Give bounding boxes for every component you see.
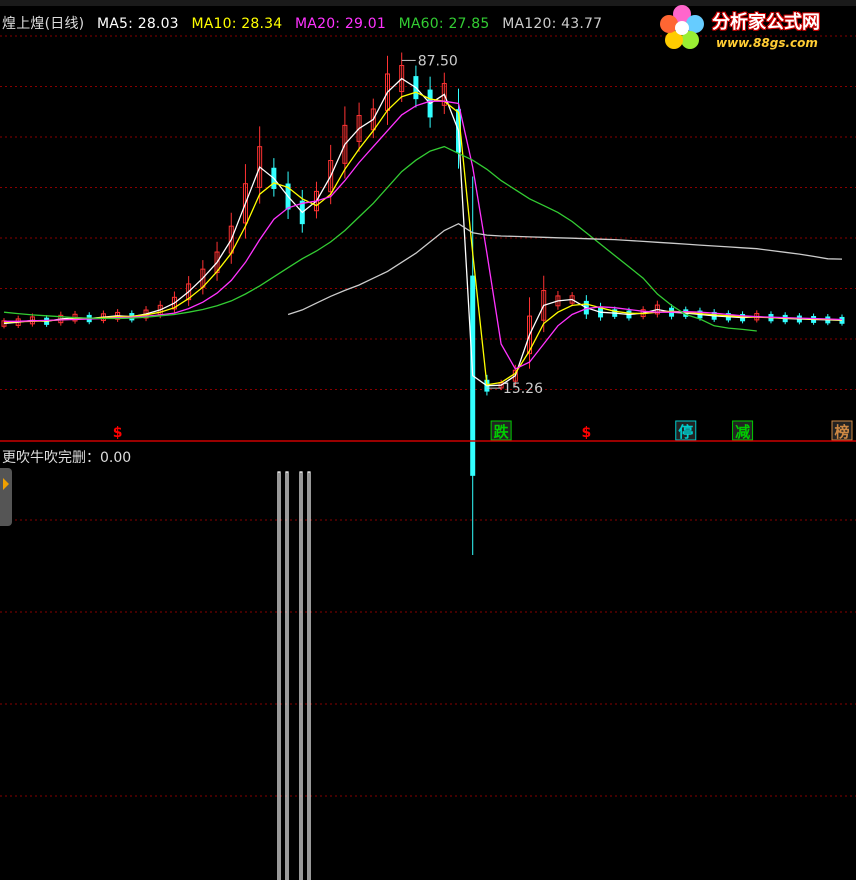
signal-marker: 榜 — [834, 423, 849, 441]
price-panel-header: 煌上煌(日线) MA5: 28.03 MA10: 28.34 MA20: 29.… — [2, 13, 610, 33]
signal-marker: $ — [113, 425, 123, 441]
high-price-label: 87.50 — [418, 53, 458, 69]
ma120-readout: MA120: 43.77 — [502, 16, 603, 32]
signal-marker: $ — [581, 425, 591, 441]
site-logo: 分析家公式网 www.88gs.com — [656, 2, 854, 54]
ma120-line — [287, 222, 843, 316]
stock-chart: 87.50 15.26 $ 跌 $ 停 减 榜 — [0, 35, 856, 880]
indicator-panel-header: 更吹牛吹完删：0.00 — [2, 450, 132, 466]
panel-expand-handle[interactable] — [0, 468, 12, 526]
ma20-line — [4, 100, 843, 370]
signal-marker: 跌 — [494, 423, 510, 441]
low-price-label: 15.26 — [503, 381, 543, 397]
expand-arrow-icon — [3, 478, 9, 490]
ma60-line — [3, 145, 757, 332]
indicator-pulse — [277, 471, 289, 880]
indicator-pulse — [299, 471, 311, 880]
ma5-line — [3, 77, 843, 387]
signal-marker: 停 — [678, 423, 693, 441]
logo-brand-text: 分析家公式网 — [712, 12, 820, 33]
ma5-readout: MA5: 28.03 — [96, 16, 179, 32]
ma10-readout: MA10: 28.34 — [191, 16, 283, 32]
logo-url-text: www.88gs.com — [716, 36, 818, 50]
ma20-readout: MA20: 29.01 — [295, 16, 386, 32]
signal-marker: 减 — [735, 423, 750, 441]
ma60-readout: MA60: 27.85 — [398, 16, 490, 32]
stock-title: 煌上煌(日线) — [2, 16, 85, 32]
flower-logo-icon — [660, 5, 704, 49]
